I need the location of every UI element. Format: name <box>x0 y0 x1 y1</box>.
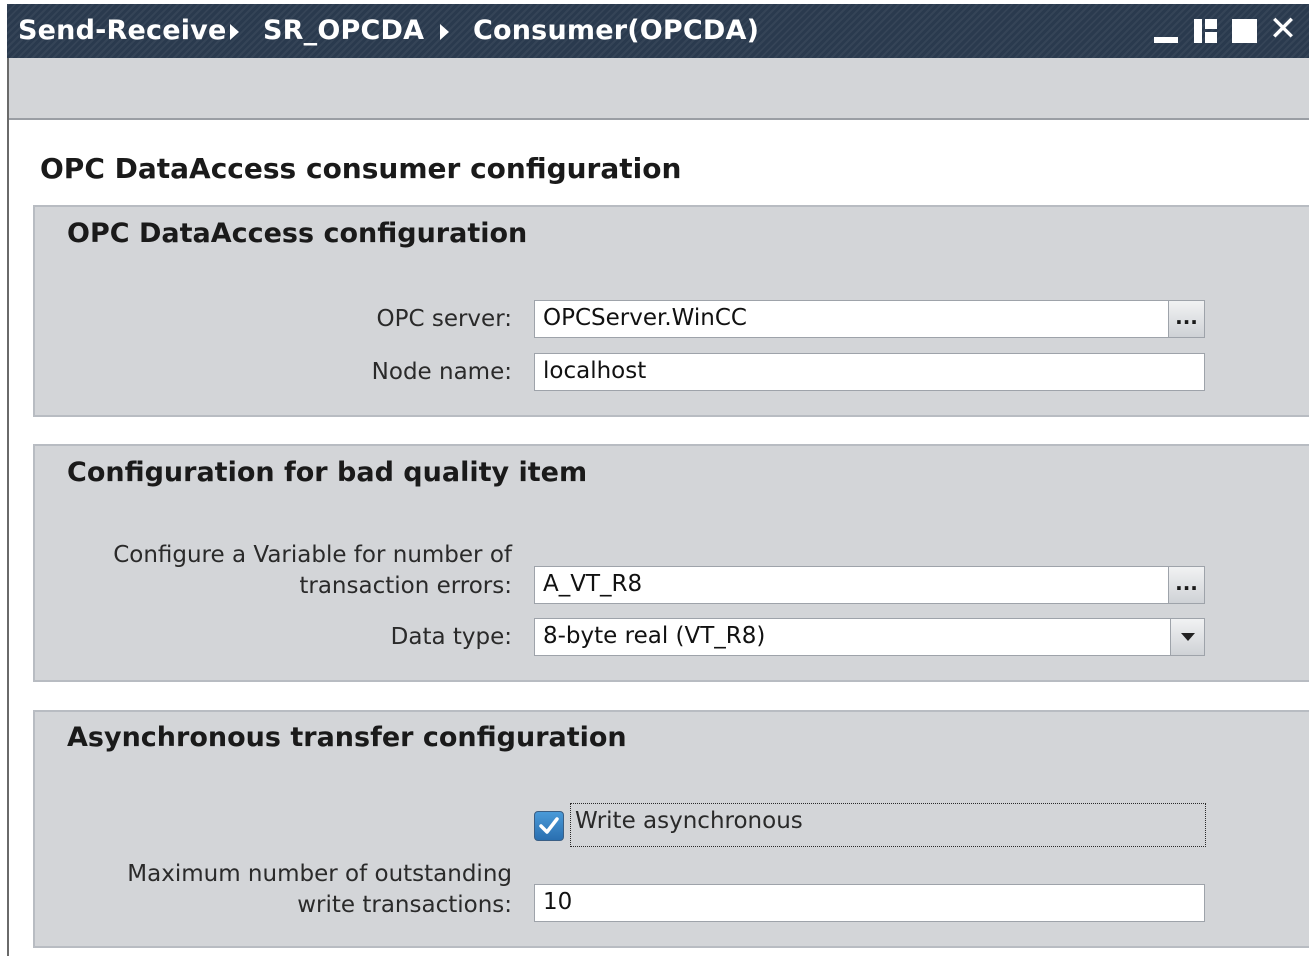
max-outstanding-value: 10 <box>543 889 573 915</box>
error-variable-field[interactable]: A_VT_R8 ... <box>534 566 1205 604</box>
page-title: OPC DataAccess consumer configuration <box>40 152 682 185</box>
maximize-icon[interactable] <box>1230 16 1258 46</box>
editor-toolbar <box>9 58 1309 120</box>
section-opc-dataaccess: OPC DataAccess configuration OPC server:… <box>33 205 1309 417</box>
section-bad-quality: Configuration for bad quality item Confi… <box>33 444 1309 682</box>
section-title: Configuration for bad quality item <box>67 457 588 488</box>
node-name-label: Node name: <box>371 359 512 385</box>
max-outstanding-label-line2: write transactions: <box>297 892 512 918</box>
error-variable-value: A_VT_R8 <box>543 571 643 597</box>
max-outstanding-field[interactable]: 10 <box>534 884 1205 922</box>
minimize-icon[interactable] <box>1151 16 1179 46</box>
chevron-down-icon[interactable] <box>1170 619 1204 655</box>
section-async-transfer: Asynchronous transfer configuration Writ… <box>33 710 1309 948</box>
node-name-field[interactable]: localhost <box>534 353 1205 391</box>
write-async-label[interactable]: Write asynchronous <box>575 808 803 834</box>
data-type-select[interactable]: 8-byte real (VT_R8) <box>534 618 1205 656</box>
max-outstanding-label-line1: Maximum number of outstanding <box>127 861 512 887</box>
checkmark-icon <box>539 817 559 834</box>
data-type-value: 8-byte real (VT_R8) <box>543 623 766 649</box>
editor-title-bar: Send-Receive SR_OPCDA Consumer(OPCDA) ✕ <box>7 4 1309 58</box>
ellipsis-icon: ... <box>1175 571 1198 595</box>
browse-variable-button[interactable]: ... <box>1168 567 1204 603</box>
breadcrumb-separator-icon <box>230 24 239 40</box>
write-async-checkbox[interactable] <box>534 811 564 841</box>
opc-server-label: OPC server: <box>376 306 513 332</box>
opc-server-field[interactable]: OPCServer.WinCC ... <box>534 300 1205 338</box>
opc-server-value: OPCServer.WinCC <box>543 305 747 331</box>
write-async-focus-box[interactable]: Write asynchronous <box>570 803 1206 847</box>
close-icon[interactable]: ✕ <box>1269 12 1298 46</box>
variable-label-line1: Configure a Variable for number of <box>113 542 512 568</box>
breadcrumb-sr-opcda[interactable]: SR_OPCDA <box>263 15 424 46</box>
browse-server-button[interactable]: ... <box>1168 301 1204 337</box>
variable-label-line2: transaction errors: <box>299 573 512 599</box>
ellipsis-icon: ... <box>1175 305 1198 329</box>
section-title: Asynchronous transfer configuration <box>67 722 627 753</box>
breadcrumb-separator-icon <box>440 24 449 40</box>
breadcrumb-consumer-opcda[interactable]: Consumer(OPCDA) <box>473 15 759 46</box>
data-type-label: Data type: <box>390 624 512 650</box>
section-title: OPC DataAccess configuration <box>67 218 528 249</box>
breadcrumb-send-receive[interactable]: Send-Receive <box>18 15 227 46</box>
float-icon[interactable] <box>1191 16 1219 46</box>
node-name-value: localhost <box>543 358 647 384</box>
